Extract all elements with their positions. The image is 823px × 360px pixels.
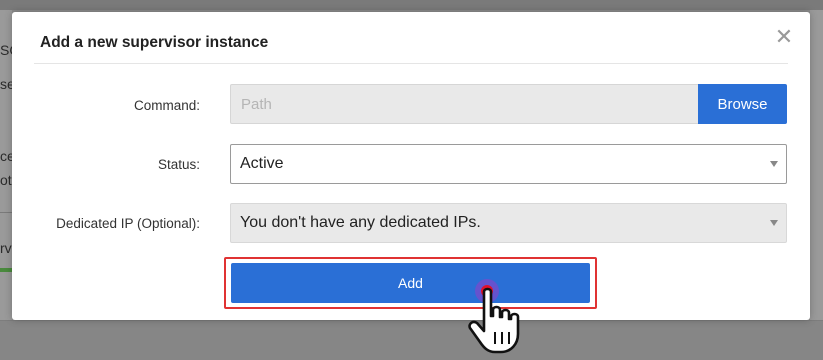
background-text-fragment: ot bbox=[0, 172, 12, 188]
dedicated-ip-label: Dedicated IP (Optional): bbox=[56, 216, 200, 231]
add-supervisor-dialog: Add a new supervisor instance ✕ Command:… bbox=[12, 12, 810, 320]
background-text-fragment: se bbox=[0, 76, 12, 92]
chevron-down-icon bbox=[770, 161, 778, 167]
dialog-title: Add a new supervisor instance bbox=[40, 34, 269, 51]
command-label: Command: bbox=[133, 98, 200, 113]
browse-button[interactable]: Browse bbox=[698, 84, 787, 124]
command-path-input[interactable] bbox=[230, 84, 698, 124]
status-label: Status: bbox=[157, 157, 200, 172]
add-button[interactable]: Add bbox=[231, 263, 590, 303]
background-right-panel bbox=[810, 10, 823, 330]
status-selected-value: Active bbox=[240, 155, 284, 172]
chevron-down-icon bbox=[770, 220, 778, 226]
background-topbar bbox=[0, 0, 823, 10]
hand-pointer-icon bbox=[468, 287, 520, 354]
background-bottom-panel bbox=[0, 320, 823, 360]
dedicated-ip-selected-value: You don't have any dedicated IPs. bbox=[240, 214, 481, 231]
background-text-fragment: SC bbox=[0, 42, 12, 58]
background-progress-bar bbox=[0, 268, 12, 272]
background-text-fragment: ce bbox=[0, 148, 12, 164]
status-select[interactable]: Active bbox=[230, 144, 787, 184]
dialog-header: Add a new supervisor instance bbox=[34, 12, 788, 64]
dedicated-ip-select[interactable]: You don't have any dedicated IPs. bbox=[230, 203, 787, 243]
background-text-fragment: rv bbox=[0, 240, 12, 256]
background-divider bbox=[0, 212, 12, 213]
background-left-panel bbox=[0, 10, 12, 330]
close-icon[interactable]: ✕ bbox=[772, 26, 796, 50]
